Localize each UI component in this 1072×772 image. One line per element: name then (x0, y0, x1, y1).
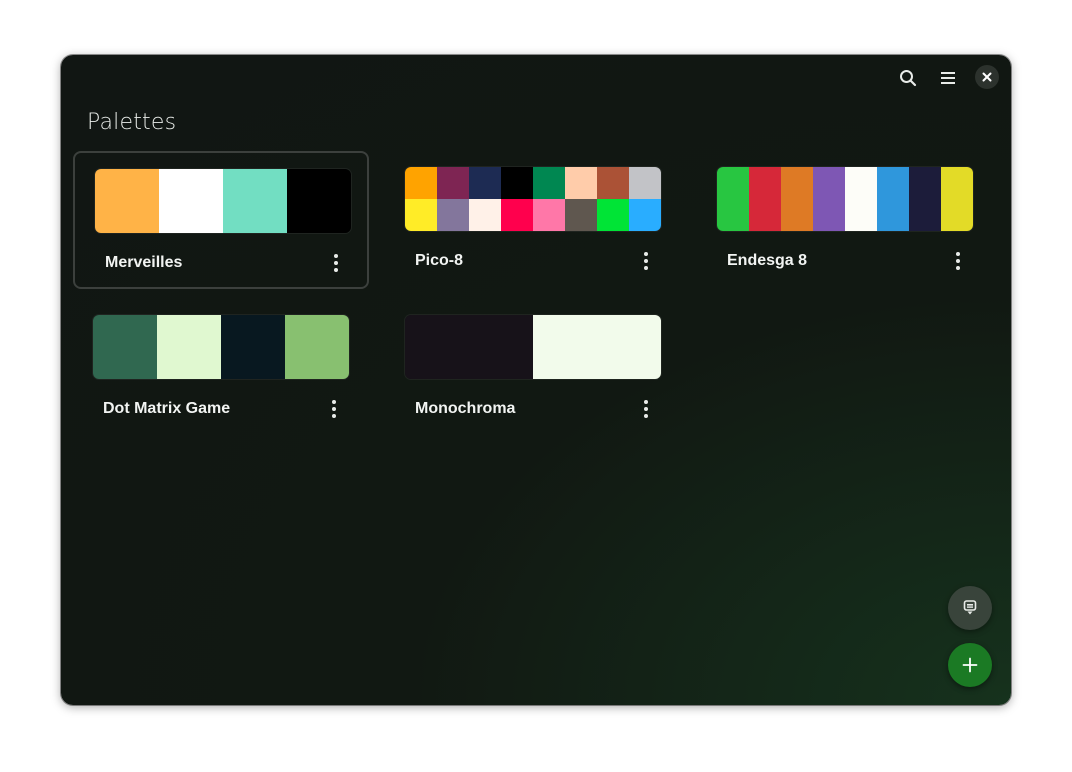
plus-icon (962, 657, 978, 673)
palette-options-button[interactable] (321, 248, 351, 278)
color-swatch (469, 167, 501, 199)
palette-options-button[interactable] (943, 246, 973, 276)
color-swatch (95, 169, 159, 233)
kebab-dot-icon (956, 259, 960, 263)
color-swatch (909, 167, 941, 231)
color-swatch (221, 315, 285, 379)
palette-swatch (405, 315, 661, 379)
palette-options-button[interactable] (319, 394, 349, 424)
search-icon (900, 70, 917, 87)
kebab-dot-icon (334, 261, 338, 265)
kebab-dot-icon (332, 400, 336, 404)
picker-icon (963, 600, 977, 615)
color-swatch (501, 199, 533, 231)
color-swatch (159, 169, 223, 233)
palette-options-button[interactable] (631, 394, 661, 424)
color-swatch (717, 167, 749, 231)
color-swatch (877, 167, 909, 231)
palette-card-monochroma[interactable]: Monochroma (385, 299, 681, 437)
color-swatch (941, 167, 973, 231)
pick-color-button[interactable] (948, 586, 992, 630)
palette-card-merveilles[interactable]: Merveilles (73, 151, 369, 289)
palette-name: Merveilles (105, 254, 183, 271)
color-swatch (405, 315, 533, 379)
color-swatch (565, 199, 597, 231)
kebab-dot-icon (644, 266, 648, 270)
color-swatch (597, 167, 629, 199)
search-button[interactable] (894, 64, 922, 92)
color-swatch (629, 199, 661, 231)
color-swatch (781, 167, 813, 231)
kebab-dot-icon (956, 266, 960, 270)
color-swatch (813, 167, 845, 231)
color-swatch (405, 167, 437, 199)
palette-swatch (717, 167, 973, 231)
color-swatch (437, 199, 469, 231)
color-swatch (285, 315, 349, 379)
palette-name: Dot Matrix Game (103, 400, 231, 417)
color-swatch (845, 167, 877, 231)
add-palette-button[interactable] (948, 643, 992, 687)
palette-card-pico-8[interactable]: Pico-8 (385, 151, 681, 289)
palette-card-endesga-8[interactable]: Endesga 8 (697, 151, 993, 289)
color-swatch (223, 169, 287, 233)
app-window: Palettes Merveilles Pico-8 Endesga 8 Dot… (61, 55, 1011, 705)
color-swatch (287, 169, 351, 233)
color-swatch (565, 167, 597, 199)
kebab-dot-icon (332, 407, 336, 411)
color-swatch (469, 199, 501, 231)
kebab-dot-icon (644, 400, 648, 404)
kebab-dot-icon (334, 268, 338, 272)
kebab-dot-icon (334, 254, 338, 258)
main-menu-button[interactable] (934, 64, 962, 92)
color-swatch (749, 167, 781, 231)
palette-swatch (93, 315, 349, 379)
color-swatch (533, 315, 661, 379)
color-swatch (157, 315, 221, 379)
kebab-dot-icon (644, 259, 648, 263)
kebab-dot-icon (332, 414, 336, 418)
color-swatch (629, 167, 661, 199)
page-title: Palettes (87, 110, 177, 135)
palette-name: Monochroma (415, 400, 516, 417)
kebab-dot-icon (644, 414, 648, 418)
color-swatch (501, 167, 533, 199)
color-swatch (405, 199, 437, 231)
color-swatch (437, 167, 469, 199)
palette-swatch (405, 167, 661, 231)
close-button[interactable] (975, 65, 999, 89)
kebab-dot-icon (644, 407, 648, 411)
palette-name: Endesga 8 (727, 252, 808, 269)
palette-name: Pico-8 (415, 252, 464, 269)
color-swatch (533, 167, 565, 199)
color-swatch (93, 315, 157, 379)
color-swatch (597, 199, 629, 231)
hamburger-menu-icon (941, 72, 955, 84)
color-swatch (533, 199, 565, 231)
palette-card-dot-matrix-game[interactable]: Dot Matrix Game (73, 299, 369, 437)
palette-swatch (95, 169, 351, 233)
close-icon (982, 72, 992, 82)
kebab-dot-icon (644, 252, 648, 256)
kebab-dot-icon (956, 252, 960, 256)
palette-options-button[interactable] (631, 246, 661, 276)
